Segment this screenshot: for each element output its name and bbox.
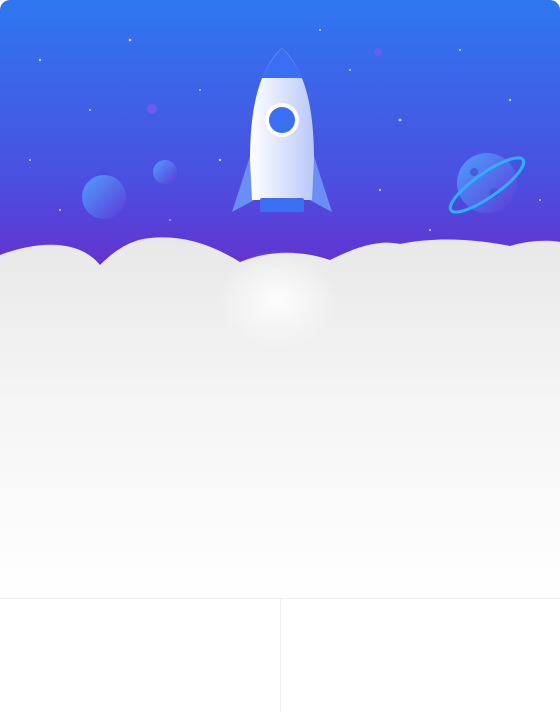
cancel-button[interactable] [0,599,280,712]
dialog-title [40,390,520,416]
dialog-body [40,440,520,484]
small-planet-icon [147,104,157,114]
dialog-footer [0,598,560,712]
rocket-launch-banner [0,0,560,600]
update-message [40,390,520,516]
confirm-button[interactable] [280,599,560,712]
update-dialog [0,0,560,712]
small-planet-icon [374,48,382,56]
moon-icon [82,175,126,219]
exhaust-glow [218,250,338,350]
small-planet-icon [153,160,177,184]
dialog-note [40,502,520,516]
